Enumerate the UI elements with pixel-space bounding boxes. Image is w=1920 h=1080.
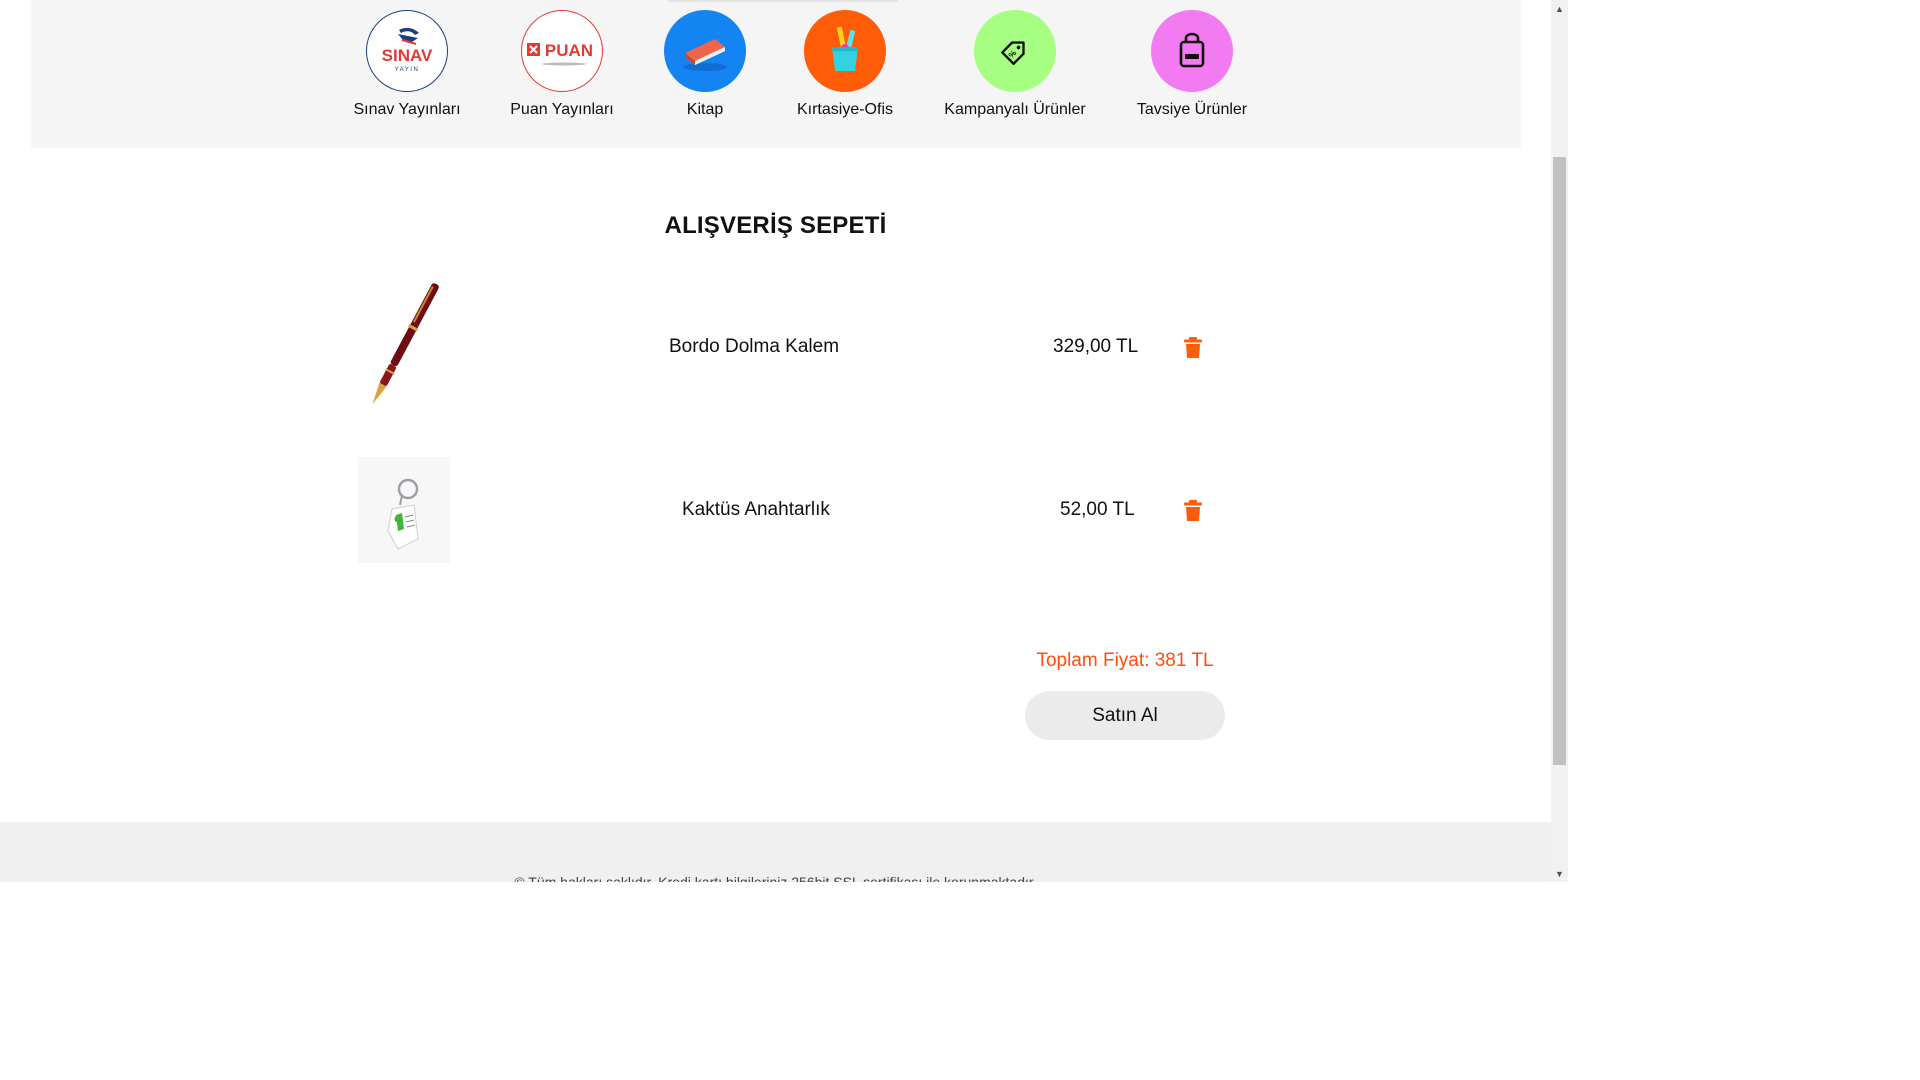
scrollbar-thumb[interactable]: [1553, 157, 1566, 765]
category-label: Kırtasiye-Ofis: [796, 101, 893, 118]
discount-tag-icon: %: [974, 10, 1056, 92]
category-label: Kampanyalı Ürünler: [944, 101, 1086, 118]
fountain-pen-image[interactable]: [358, 274, 450, 416]
scroll-down-arrow-icon[interactable]: ▼: [1551, 865, 1568, 882]
trash-icon[interactable]: [1183, 337, 1203, 359]
category-label: Kitap: [686, 101, 724, 118]
svg-text:SINAV: SINAV: [382, 46, 433, 65]
category-sinav-yayinlari[interactable]: SINAV YAYIN Sınav Yayınları: [327, 10, 487, 119]
category-kirtasiye-ofis[interactable]: Kırtasiye-Ofis: [765, 10, 925, 119]
category-bar-shadow: [668, 0, 898, 3]
shopping-bag-icon: [1151, 10, 1233, 92]
category-tavsiye-urunler[interactable]: Tavsiye Ürünler: [1112, 10, 1272, 119]
category-label: Puan Yayınları: [510, 101, 614, 118]
footer: © Tüm hakları saklıdır. Kredi kartı bilg…: [0, 822, 1551, 882]
svg-text:YAYIN: YAYIN: [395, 67, 420, 73]
pencil-cup-icon: [804, 10, 886, 92]
cart-item-row: Bordo Dolma Kalem 329,00 TL: [0, 270, 1551, 420]
item-price: 329,00 TL: [1053, 336, 1139, 357]
svg-text:PUAN: PUAN: [545, 41, 593, 60]
category-puan-yayinlari[interactable]: PUAN Puan Yayınları: [482, 10, 642, 119]
trash-icon[interactable]: [1183, 500, 1203, 522]
category-kampanyali-urunler[interactable]: % Kampanyalı Ürünler: [935, 10, 1095, 119]
scroll-up-arrow-icon[interactable]: ▲: [1551, 0, 1568, 17]
item-name: Bordo Dolma Kalem: [669, 336, 840, 357]
book-icon: [664, 10, 746, 92]
cart-item-row: Kaktüs Anahtarlık 52,00 TL: [0, 455, 1551, 565]
category-label: Sınav Yayınları: [353, 101, 461, 118]
buy-button[interactable]: Satın Al: [1025, 691, 1225, 740]
cart-title: ALIŞVERİŞ SEPETİ: [664, 212, 887, 239]
category-label: Tavsiye Ürünler: [1136, 101, 1248, 118]
category-kitap[interactable]: Kitap: [625, 10, 785, 119]
puan-logo-icon: PUAN: [521, 10, 603, 92]
scrollbar[interactable]: ▲ ▼: [1551, 0, 1568, 882]
footer-text: © Tüm hakları saklıdır. Kredi kartı bilg…: [514, 874, 1037, 882]
item-price: 52,00 TL: [1060, 499, 1135, 520]
item-name: Kaktüs Anahtarlık: [682, 499, 830, 520]
sinav-logo-icon: SINAV YAYIN: [366, 10, 448, 92]
page-viewport: SINAV YAYIN Sınav Yayınları PUAN Puan Ya…: [0, 0, 1551, 882]
cart-total: Toplam Fiyat: 381 TL: [1036, 650, 1214, 671]
cactus-keychain-image[interactable]: [358, 457, 450, 563]
